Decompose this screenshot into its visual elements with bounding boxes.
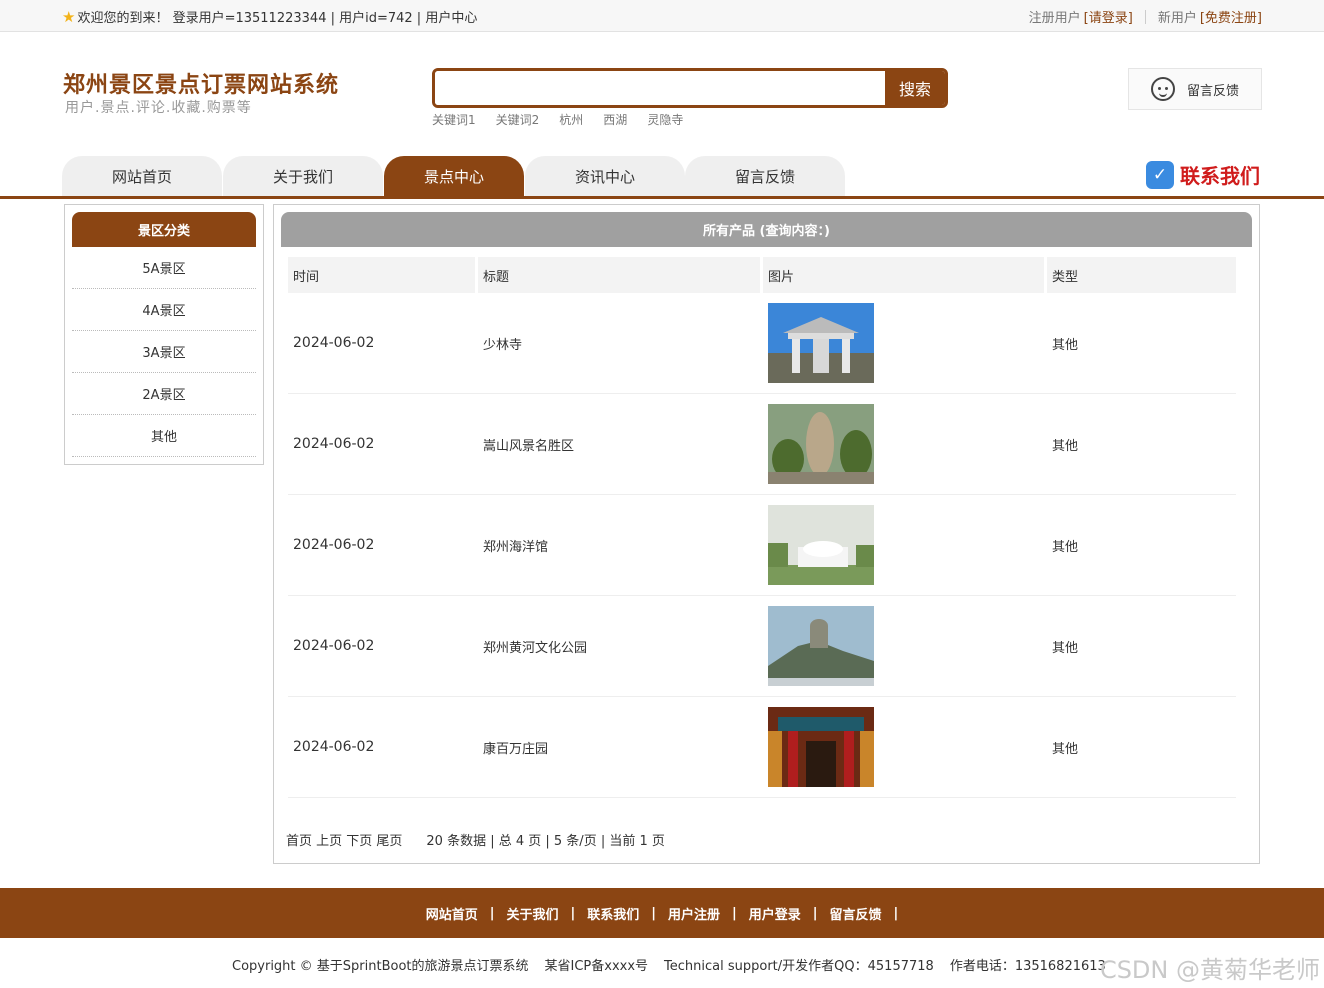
star-icon: ★ xyxy=(62,7,76,26)
attraction-photo[interactable] xyxy=(768,303,874,383)
product-panel: 所有产品 (查询内容：) 时间 标题 图片 类型 2024-06-02 少林寺 xyxy=(273,204,1260,864)
table-row: 2024-06-02 郑州黄河文化公园 其他 xyxy=(288,596,1236,697)
pager-links[interactable]: 首页 上页 下页 尾页 xyxy=(286,830,402,849)
table-header: 时间 标题 图片 类型 xyxy=(288,257,1236,293)
row-type: 其他 xyxy=(1052,438,1079,454)
attraction-photo[interactable] xyxy=(768,505,874,585)
sidebar-item-5a[interactable]: 5A景区 xyxy=(72,247,256,289)
attraction-photo[interactable] xyxy=(768,707,874,787)
row-date: 2024-06-02 xyxy=(293,739,375,755)
sidebar-item-3a[interactable]: 3A景区 xyxy=(72,331,256,373)
phone-icon: ✓ xyxy=(1146,160,1174,189)
row-title[interactable]: 少林寺 xyxy=(477,334,762,353)
row-type: 其他 xyxy=(1052,640,1079,656)
row-title[interactable]: 康百万庄园 xyxy=(477,738,762,757)
pager-info: 20 条数据 | 总 4 页 | 5 条/页 | 当前 1 页 xyxy=(426,834,665,849)
search-box: 搜索 xyxy=(432,68,948,108)
account-links: 注册用户 [请登录] 新用户 [免费注册] xyxy=(1029,7,1262,26)
nav-tab-attractions[interactable]: 景点中心 xyxy=(384,156,524,196)
footer-link-login[interactable]: 用户登录 xyxy=(749,904,801,923)
attraction-photo[interactable] xyxy=(768,606,874,686)
row-type: 其他 xyxy=(1052,337,1079,353)
col-header-image: 图片 xyxy=(763,257,1044,293)
keyword-link[interactable]: 灵隐寺 xyxy=(647,111,683,128)
footer-link-about[interactable]: 关于我们 xyxy=(506,904,558,923)
row-date: 2024-06-02 xyxy=(293,537,375,553)
top-bar: ★ 欢迎您的到来！ 登录用户=13511223344 | 用户id=742 | … xyxy=(0,0,1324,32)
pagination: 首页 上页 下页 尾页 20 条数据 | 总 4 页 | 5 条/页 | 当前 … xyxy=(286,830,665,849)
table-row: 2024-06-02 少林寺 其他 xyxy=(288,293,1236,394)
divider xyxy=(1144,9,1146,24)
table-row: 2024-06-02 郑州海洋馆 其他 xyxy=(288,495,1236,596)
keyword-link[interactable]: 关键词1 xyxy=(432,111,476,128)
table-row: 2024-06-02 嵩山风景名胜区 其他 xyxy=(288,394,1236,495)
row-title[interactable]: 嵩山风景名胜区 xyxy=(477,435,762,454)
nav-tab-about[interactable]: 关于我们 xyxy=(223,156,383,196)
watermark: CSDN @黄菊华老师 xyxy=(1099,956,1320,984)
footer-link-feedback[interactable]: 留言反馈 xyxy=(830,904,882,923)
main-nav: 网站首页 关于我们 景点中心 资讯中心 留言反馈 ✓ 联系我们 xyxy=(0,156,1324,199)
nav-tab-news[interactable]: 资讯中心 xyxy=(525,156,685,196)
site-title: 郑州景区景点订票网站系统 xyxy=(63,73,340,98)
panel-title: 所有产品 (查询内容：) xyxy=(281,212,1252,247)
sidebar-item-2a[interactable]: 2A景区 xyxy=(72,373,256,415)
site-subtitle: 用户.景点.评论.收藏.购票等 xyxy=(65,100,252,116)
nav-tab-home[interactable]: 网站首页 xyxy=(62,156,222,196)
feedback-button[interactable]: 留言反馈 xyxy=(1128,68,1262,110)
copyright-line: Copyright © 基于SprintBoot的旅游景点订票系统 某省ICP备… xyxy=(232,959,1106,974)
category-sidebar: 景区分类 5A景区 4A景区 3A景区 2A景区 其他 xyxy=(64,204,264,465)
footer-link-home[interactable]: 网站首页 xyxy=(426,904,478,923)
attraction-photo[interactable] xyxy=(768,404,874,484)
keyword-link[interactable]: 西湖 xyxy=(603,111,627,128)
footer-nav: 网站首页 | 关于我们 | 联系我们 | 用户注册 | 用户登录 | 留言反馈 | xyxy=(0,888,1324,938)
contact-us-button[interactable]: ✓ 联系我们 xyxy=(1146,160,1260,189)
welcome-text: ★ 欢迎您的到来！ 登录用户=13511223344 | 用户id=742 | … xyxy=(62,7,478,27)
row-date: 2024-06-02 xyxy=(293,436,375,452)
sidebar-title: 景区分类 xyxy=(72,212,256,247)
sidebar-item-4a[interactable]: 4A景区 xyxy=(72,289,256,331)
row-title[interactable]: 郑州黄河文化公园 xyxy=(477,637,762,656)
row-title[interactable]: 郑州海洋馆 xyxy=(477,536,762,555)
sidebar-item-other[interactable]: 其他 xyxy=(72,415,256,457)
table-row: 2024-06-02 康百万庄园 其他 xyxy=(288,697,1236,798)
search-button[interactable]: 搜索 xyxy=(885,71,945,105)
keyword-link[interactable]: 杭州 xyxy=(559,111,583,128)
product-table: 时间 标题 图片 类型 2024-06-02 少林寺 其他 2024-06-02… xyxy=(288,257,1236,798)
col-header-title: 标题 xyxy=(478,257,760,293)
nav-tab-feedback[interactable]: 留言反馈 xyxy=(685,156,845,196)
register-link[interactable]: [免费注册] xyxy=(1200,7,1262,26)
login-link[interactable]: [请登录] xyxy=(1084,7,1133,26)
customer-service-icon xyxy=(1150,77,1175,101)
footer-link-contact[interactable]: 联系我们 xyxy=(587,904,639,923)
col-header-time: 时间 xyxy=(288,257,475,293)
row-date: 2024-06-02 xyxy=(293,638,375,654)
row-type: 其他 xyxy=(1052,741,1079,757)
col-header-type: 类型 xyxy=(1047,257,1236,293)
row-type: 其他 xyxy=(1052,539,1079,555)
header: 郑州景区景点订票网站系统 用户.景点.评论.收藏.购票等 搜索 关键词1 关键词… xyxy=(0,32,1324,199)
search-input[interactable] xyxy=(435,71,885,105)
row-date: 2024-06-02 xyxy=(293,335,375,351)
keyword-link[interactable]: 关键词2 xyxy=(496,111,540,128)
footer-link-register[interactable]: 用户注册 xyxy=(668,904,720,923)
hot-keywords: 关键词1 关键词2 杭州 西湖 灵隐寺 xyxy=(432,111,683,128)
